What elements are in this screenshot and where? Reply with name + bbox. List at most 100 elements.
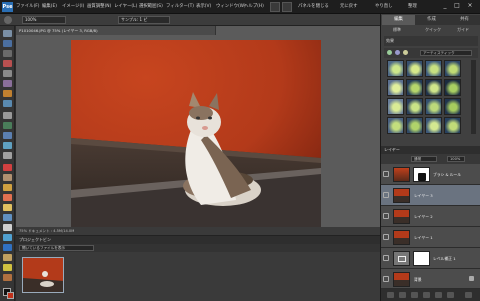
red-eye-tool-icon[interactable] [3,164,12,171]
visibility-eye-icon[interactable] [383,276,389,282]
layer-row[interactable]: 背景 [381,269,480,289]
visibility-eye-icon[interactable] [383,192,389,198]
subtab-full[interactable]: 標準 [393,27,401,33]
hand-tool-icon[interactable] [3,50,12,57]
effect-thumbnail[interactable] [406,79,423,96]
adjustment-layer-button-icon[interactable] [411,292,418,298]
recompose-tool-icon[interactable] [3,132,12,139]
healing-brush-tool-icon[interactable] [3,174,12,181]
bin-thumbnail[interactable] [22,257,64,293]
gradient-tool-icon[interactable] [3,234,12,241]
zoom-tool-icon[interactable] [3,40,12,47]
effect-thumbnail[interactable] [387,117,404,134]
effect-thumbnail[interactable] [406,98,423,115]
layer-row[interactable]: ブラシ & ルール [381,164,480,185]
maximize-icon[interactable]: □ [452,1,462,11]
effect-thumbnail[interactable] [425,79,442,96]
layer-row[interactable]: レイヤー 2 [381,206,480,227]
effects-scrollbar[interactable] [471,60,476,134]
effect-thumbnail[interactable] [425,60,442,77]
new-layer-icon[interactable] [387,292,394,298]
minimize-icon[interactable]: _ [440,1,450,11]
subtab-guided[interactable]: ガイド [457,27,469,33]
opacity-field[interactable]: 100% [447,156,465,162]
effect-thumbnail[interactable] [444,60,461,77]
menu-select[interactable]: 選択範囲(S) [139,3,163,9]
blend-mode-dropdown[interactable]: 通常 [411,156,437,162]
menu-help[interactable]: ヘルプ(H) [244,3,264,9]
sample-size-dropdown[interactable]: サンプル: 1 ピ [118,16,170,24]
redo-button[interactable]: やり直し [375,3,393,9]
filters-icon[interactable] [387,50,392,55]
tab-edit[interactable]: 編集 [382,15,415,25]
undo-button[interactable]: 元に戻す [340,3,358,9]
brush-tool-icon[interactable] [3,204,12,211]
effect-thumbnail[interactable] [444,79,461,96]
menu-image[interactable]: イメージ(I) [62,3,84,9]
visibility-eye-icon[interactable] [383,255,389,261]
effect-thumbnail[interactable] [425,98,442,115]
menu-edit[interactable]: 編集(E) [42,3,57,9]
move-tool-icon[interactable] [3,30,12,37]
background-color-swatch[interactable] [7,292,14,299]
trash-icon[interactable] [465,292,472,298]
menu-layer[interactable]: レイヤー(L) [114,3,137,9]
magic-wand-tool-icon[interactable] [3,90,12,97]
bin-show-dropdown[interactable]: 開いているファイルを表示 [19,245,94,251]
lasso-tool-icon[interactable] [3,80,12,87]
menu-window[interactable]: ウィンドウ(W) [216,3,246,9]
visibility-eye-icon[interactable] [383,171,389,177]
workspace-layout-button[interactable] [282,2,292,12]
eraser-tool-icon[interactable] [3,194,12,201]
subtab-quick[interactable]: クイック [425,27,441,33]
close-panels-button[interactable]: パネルを閉じる [298,3,329,9]
layer-name: レベル補正 1 [433,256,456,261]
close-icon[interactable]: × [465,1,475,11]
visibility-eye-icon[interactable] [383,213,389,219]
filter-category-dropdown[interactable]: アーティスティック [420,50,472,56]
marquee-tool-icon[interactable] [3,70,12,77]
tab-share[interactable]: 共有 [448,15,480,25]
lock-layer-icon[interactable] [447,292,454,298]
crop-tool-icon[interactable] [3,122,12,129]
shape-tool-icon[interactable] [3,244,12,251]
menu-view[interactable]: 表示(V) [196,3,211,9]
clone-stamp-tool-icon[interactable] [3,184,12,191]
quick-selection-tool-icon[interactable] [3,100,12,107]
photo-effects-icon[interactable] [403,50,408,55]
menu-filter[interactable]: フィルター(T) [166,3,194,9]
workspace-mode-button[interactable] [270,2,280,12]
layer-row[interactable]: レベル補正 1 [381,248,480,269]
eyedropper-tool-icon[interactable] [3,60,12,67]
organize-button[interactable]: 整理 [408,3,417,9]
smart-brush-tool-icon[interactable] [3,214,12,221]
image-canvas[interactable] [71,40,321,228]
layer-row[interactable]: レイヤー 1 [381,227,480,248]
effect-thumbnail[interactable] [406,60,423,77]
link-icon[interactable] [435,292,442,298]
zoom-field[interactable]: 100% [22,16,66,24]
effect-thumbnail[interactable] [387,79,404,96]
effect-thumbnail[interactable] [387,98,404,115]
new-group-icon[interactable] [399,292,406,298]
document-tab[interactable]: P1010046.JPG @ 75% (レイヤー 3, RGB/8) [16,26,216,35]
paint-bucket-tool-icon[interactable] [3,224,12,231]
effect-thumbnail[interactable] [425,117,442,134]
visibility-eye-icon[interactable] [383,234,389,240]
blur-tool-icon[interactable] [3,254,12,261]
add-mask-icon[interactable] [423,292,430,298]
styles-icon[interactable] [395,50,400,55]
menu-file[interactable]: ファイル(F) [16,3,40,9]
pencil-tool-icon[interactable] [3,274,12,281]
type-tool-icon[interactable] [3,112,12,119]
effect-thumbnail[interactable] [444,98,461,115]
cookie-cutter-tool-icon[interactable] [3,142,12,149]
sponge-tool-icon[interactable] [3,264,12,271]
effect-thumbnail[interactable] [387,60,404,77]
layer-row[interactable]: レイヤー 3 [381,185,480,206]
effect-thumbnail[interactable] [406,117,423,134]
tab-create[interactable]: 作成 [415,15,448,25]
effect-thumbnail[interactable] [444,117,461,134]
menu-enhance[interactable]: 画質調整(N) [87,3,111,9]
straighten-tool-icon[interactable] [3,152,12,159]
